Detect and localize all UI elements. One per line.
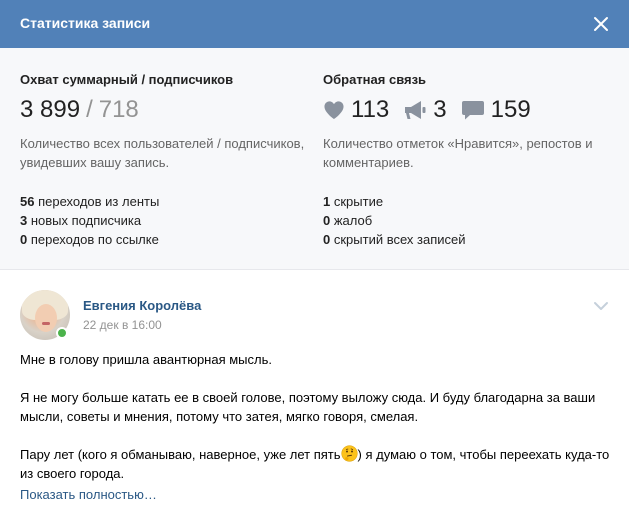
megaphone-icon — [405, 101, 426, 119]
comment-icon — [461, 101, 484, 120]
feedback-description: Количество отметок «Нравится», репостов … — [323, 136, 593, 170]
close-icon[interactable] — [591, 14, 611, 34]
reach-metric-link: 0 переходов по ссылке — [20, 232, 159, 247]
post-date[interactable]: 22 дек в 16:00 — [83, 318, 162, 332]
feedback-values: 113 3 159 — [323, 95, 545, 125]
reach-metric-feed: 56 переходов из ленты — [20, 194, 160, 209]
reach-total: 3 899 — [20, 96, 81, 123]
post-paragraph: Мне в голову пришла авантюрная мысль. — [20, 352, 272, 367]
thinking-emoji-icon — [340, 445, 358, 462]
reach-separator: / — [86, 96, 93, 123]
feedback-metrics: 1 скрытие 0 жалоб 0 скрытий всех записей — [323, 192, 466, 249]
reach-metrics: 56 переходов из ленты 3 новых подписчика… — [20, 192, 159, 249]
post-paragraph: Пару лет (кого я обманываю, наверное, уж… — [20, 445, 610, 481]
online-indicator — [56, 327, 68, 339]
show-more-link[interactable]: Показать полностью… — [20, 487, 157, 502]
comments-count: 159 — [490, 96, 531, 123]
feedback-metric-hidden-all: 0 скрытий всех записей — [323, 232, 466, 247]
chevron-down-icon[interactable] — [593, 300, 609, 312]
reach-metric-subscribers: 3 новых подписчика — [20, 213, 142, 228]
post-author[interactable]: Евгения Королёва — [83, 298, 201, 313]
feedback-title: Обратная связь — [323, 72, 427, 87]
feedback-metric-reports: 0 жалоб — [323, 213, 373, 228]
stats-panel: Охват суммарный / подписчиков 3 899 / 71… — [0, 48, 629, 270]
likes-count: 113 — [351, 96, 390, 123]
feedback-metric-hidden: 1 скрытие — [323, 194, 384, 209]
modal-header: Статистика записи — [0, 0, 629, 48]
reposts-count: 3 — [433, 96, 447, 123]
heart-icon — [324, 101, 344, 120]
reach-values: 3 899 / 718 — [20, 95, 139, 125]
modal-title: Статистика записи — [20, 15, 151, 31]
post-paragraph: Я не могу больше катать ее в своей голов… — [20, 390, 596, 424]
reach-subscribers: 718 — [98, 96, 139, 123]
post: Евгения Королёва 22 дек в 16:00 Мне в го… — [0, 270, 629, 521]
post-text: Мне в голову пришла авантюрная мысль. Я … — [20, 350, 610, 483]
reach-title: Охват суммарный / подписчиков — [20, 72, 234, 87]
reach-description: Количество всех пользователей / подписчи… — [20, 136, 305, 170]
